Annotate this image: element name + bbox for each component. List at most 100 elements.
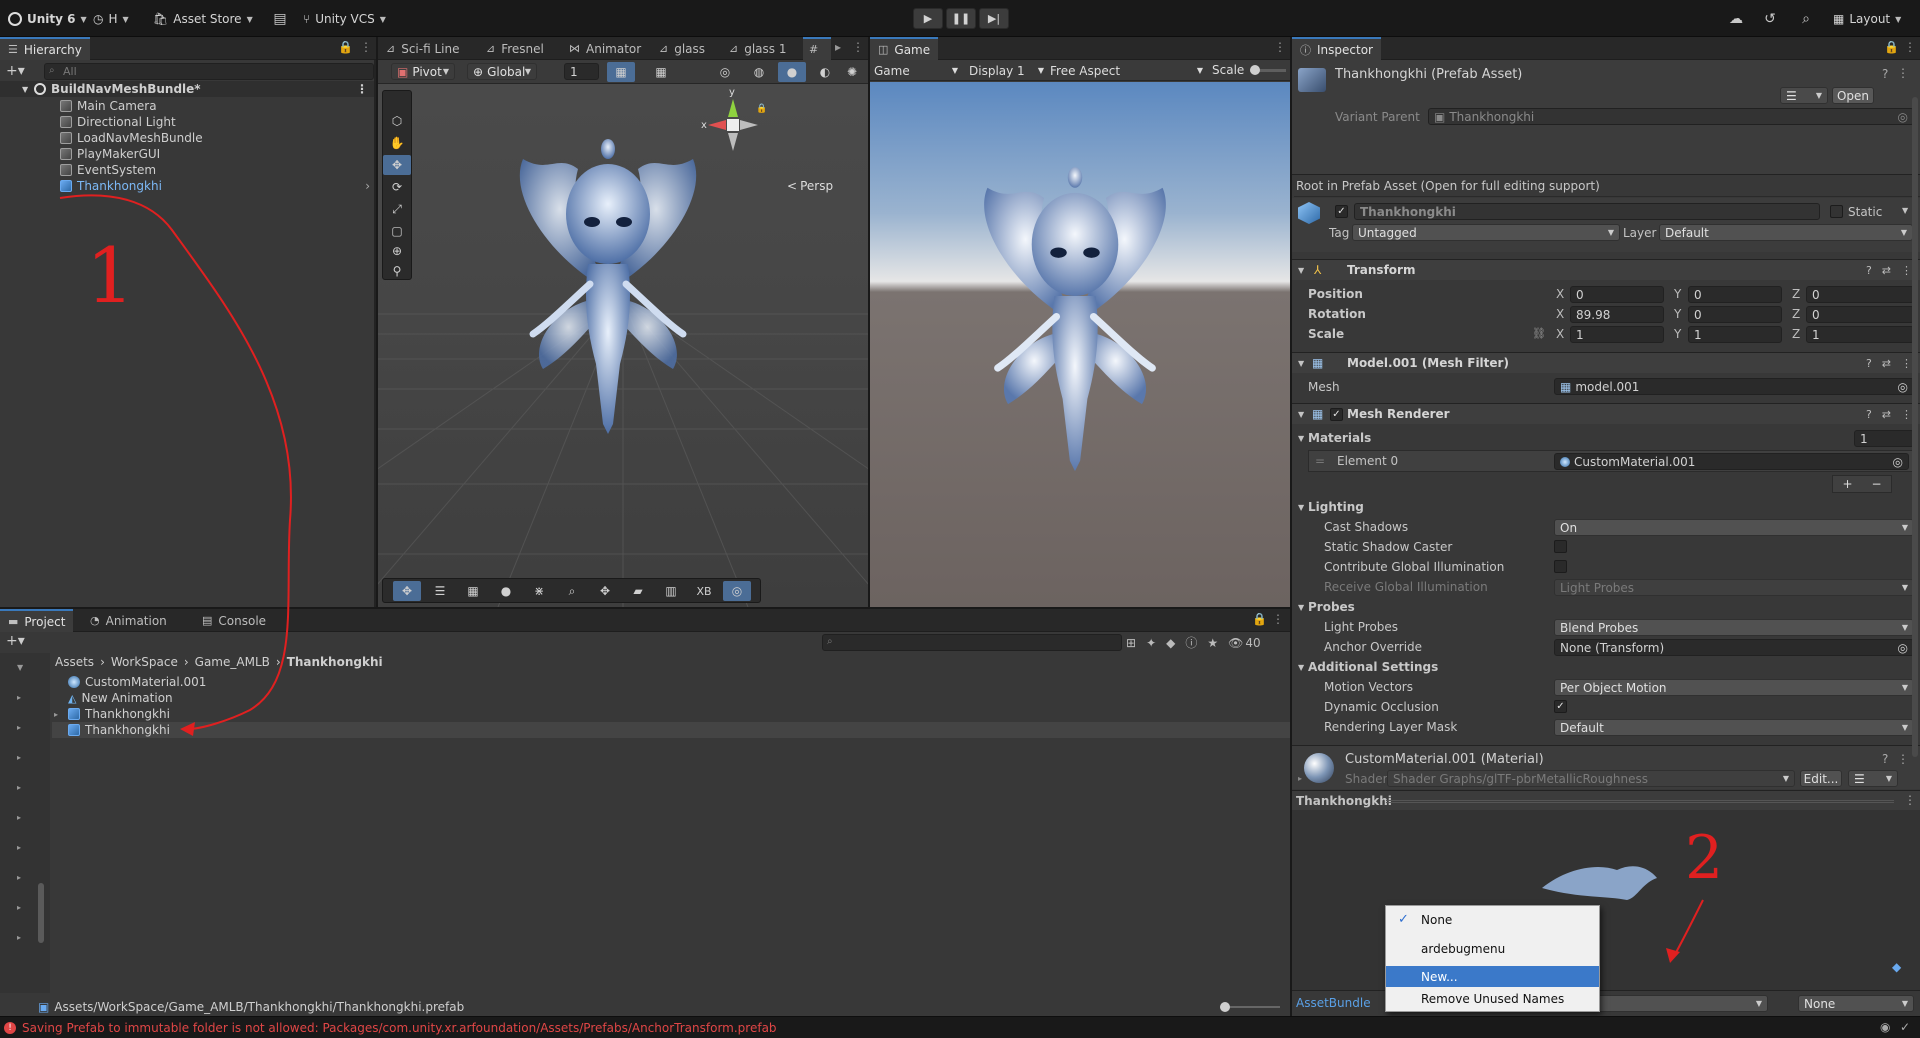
chevron-right-icon[interactable]: › xyxy=(365,179,370,193)
kebab-menu-icon[interactable]: ⋮ xyxy=(852,40,864,54)
kebab-menu-icon[interactable]: ⋮ xyxy=(1272,612,1284,626)
assetbundle-name-dropdown[interactable]: ▼ xyxy=(1592,995,1768,1012)
help-icon[interactable]: ? xyxy=(1866,264,1872,277)
scale-y-field[interactable]: 1 xyxy=(1688,326,1782,343)
preset-icon[interactable]: ⇄ xyxy=(1882,264,1891,277)
rotation-y-field[interactable]: 0 xyxy=(1688,306,1782,323)
pan-tool-button[interactable]: ✥ xyxy=(591,581,619,601)
create-button[interactable]: +▾ xyxy=(6,633,25,649)
scene-row[interactable]: ▼ BuildNavMeshBundle* ⋮ xyxy=(0,81,376,97)
nodes-tool-button[interactable]: ⋇ xyxy=(525,581,553,601)
mesh-renderer-header[interactable]: ▼ ▦ ✓ Mesh Renderer ? ⇄ ⋮ xyxy=(1292,403,1920,424)
position-x-field[interactable]: 0 xyxy=(1570,286,1664,303)
rotate-tool-button[interactable]: ⟳ xyxy=(383,177,411,197)
info-icon[interactable]: ⓘ xyxy=(1185,634,1197,651)
breadcrumb-item[interactable]: WorkSpace xyxy=(111,655,178,669)
lock-icon[interactable]: 🔒 xyxy=(338,40,353,54)
preset-icon[interactable]: ⇄ xyxy=(1882,408,1891,421)
expand-arrow-icon[interactable]: ▼ xyxy=(1298,434,1304,443)
project-folder-tree[interactable]: ▼ ▸ ▸ ▸ ▸ ▸ ▸ ▸ ▸ ▸ xyxy=(0,653,50,993)
scale-slider[interactable] xyxy=(1250,65,1286,75)
tab-inspector[interactable]: ⓘ Inspector xyxy=(1292,37,1381,60)
custom-tool-button[interactable]: ⚲ xyxy=(383,261,411,281)
global-dropdown[interactable]: ⊕ Global ▼ xyxy=(467,63,537,80)
breadcrumb-item[interactable]: Assets xyxy=(55,655,94,669)
draw-mode-toggle[interactable]: ◎ xyxy=(711,62,739,82)
kebab-menu-icon[interactable]: ⋮ xyxy=(1904,793,1916,807)
rotation-x-field[interactable]: 89.98 xyxy=(1570,306,1664,323)
search-icon[interactable]: ⌕ xyxy=(1796,9,1816,29)
play-button[interactable]: ▶ xyxy=(913,8,943,29)
hierarchy-item[interactable]: LoadNavMeshBundle xyxy=(0,130,203,146)
tab-fresnel[interactable]: ⊿ Fresnel xyxy=(478,37,552,60)
kebab-menu-icon[interactable]: ⋮ xyxy=(356,82,368,96)
expand-arrow-icon[interactable]: ▼ xyxy=(1298,503,1304,512)
zoom-slider[interactable] xyxy=(1220,1002,1280,1012)
kebab-menu-icon[interactable]: ⋮ xyxy=(1897,66,1909,80)
tab-scene[interactable]: # xyxy=(803,37,831,60)
kebab-menu-icon[interactable]: ⋮ xyxy=(1901,357,1912,370)
account-button[interactable]: ◷ H ▼ xyxy=(93,9,129,29)
fairy-model[interactable] xyxy=(488,134,728,464)
transform-header[interactable]: ▼ ⅄ Transform ? ⇄ ⋮ xyxy=(1292,259,1920,280)
material-header[interactable]: CustomMaterial.001 (Material) ? ⋮ ▸ Shad… xyxy=(1292,745,1920,789)
expand-arrow-icon[interactable]: ▸ xyxy=(1298,774,1302,783)
game-viewport[interactable] xyxy=(870,82,1290,607)
mesh-renderer-enabled-checkbox[interactable]: ✓ xyxy=(1330,408,1343,421)
lock-icon[interactable]: 🔒 xyxy=(1252,612,1267,626)
lock-icon[interactable]: 🔒 xyxy=(756,104,767,114)
xb-tool-button[interactable]: XB xyxy=(690,581,718,601)
edit-shader-button[interactable]: Edit... xyxy=(1800,770,1842,787)
hierarchy-item[interactable]: EventSystem xyxy=(0,162,156,178)
grid-tool-button[interactable]: ▦ xyxy=(459,581,487,601)
tab-project[interactable]: ▬ Project xyxy=(0,609,74,632)
filter-by-label-icon[interactable]: ✦ xyxy=(1146,636,1156,650)
tag-dropdown[interactable]: Untagged ▼ xyxy=(1352,224,1620,241)
unity-menu-button[interactable]: Unity 6 ▼ xyxy=(8,9,87,29)
pause-button[interactable]: ❚❚ xyxy=(946,8,976,29)
kebab-menu-icon[interactable]: ⋮ xyxy=(360,40,372,54)
zoom-tool-button[interactable]: ⌕ xyxy=(558,581,586,601)
transform-tool-button[interactable]: ⊕ xyxy=(383,241,411,261)
move-tool-button[interactable]: ✥ xyxy=(383,155,411,175)
rendering-layer-dropdown[interactable]: Default ▼ xyxy=(1554,719,1914,736)
object-picker-icon[interactable]: ◎ xyxy=(1898,641,1908,655)
chevron-right-icon[interactable]: ▸ xyxy=(835,40,841,54)
filter-by-type-icon[interactable]: ⊞ xyxy=(1126,636,1136,650)
scale-z-field[interactable]: 1 xyxy=(1806,326,1914,343)
inspector-scrollbar[interactable] xyxy=(1912,97,1918,757)
add-button[interactable]: +▾ xyxy=(6,63,25,79)
tab-sci-fi-line[interactable]: ⊿ Sci-fi Line xyxy=(378,37,467,60)
static-shadow-checkbox[interactable] xyxy=(1554,540,1567,553)
tab-hierarchy[interactable]: ☰ Hierarchy xyxy=(0,37,90,60)
active-checkbox[interactable]: ✓ xyxy=(1335,205,1348,218)
tab-glass[interactable]: ⊿ glass xyxy=(651,37,713,60)
asset-store-button[interactable]: 🛍 Asset Store ▼ xyxy=(153,9,253,29)
kebab-menu-icon[interactable]: ⋮ xyxy=(1904,40,1916,54)
tag-icon[interactable]: ◆ xyxy=(1166,636,1175,650)
light-probes-dropdown[interactable]: Blend Probes ▼ xyxy=(1554,619,1914,636)
plus-icon[interactable]: + xyxy=(1842,477,1852,491)
audio-toggle[interactable]: ◐ xyxy=(811,62,839,82)
drag-handle-icon[interactable]: = xyxy=(1315,454,1325,468)
minus-icon[interactable]: − xyxy=(1871,477,1881,491)
camera-tool-button[interactable]: ▰ xyxy=(624,581,652,601)
scale-tool-button[interactable]: ⤢ xyxy=(383,199,411,219)
menu-item-none[interactable]: ✓ None xyxy=(1386,909,1599,930)
hierarchy-item[interactable]: PlayMakerGUI xyxy=(0,146,160,162)
layout-button[interactable]: ▦ Layout ▼ xyxy=(1833,9,1901,29)
hand-tool-button[interactable]: ✋ xyxy=(383,133,411,153)
open-prefab-button[interactable]: Open xyxy=(1832,87,1874,104)
lock-icon[interactable]: 🔒 xyxy=(1884,40,1899,54)
assetbundle-variant-dropdown[interactable]: None ▼ xyxy=(1798,995,1914,1012)
motion-vectors-dropdown[interactable]: Per Object Motion ▼ xyxy=(1554,679,1914,696)
hierarchy-search-input[interactable]: ⌕ All xyxy=(44,63,374,80)
file-row[interactable]: ◭ New Animation xyxy=(52,690,173,706)
chevron-down-icon[interactable]: ▼ xyxy=(1902,206,1908,215)
preview-header[interactable]: Thankhongkhi ⋮ xyxy=(1292,790,1920,810)
effects-toggle[interactable]: ✺ xyxy=(838,62,866,82)
collab-icon[interactable]: ▤ xyxy=(270,9,290,29)
step-button[interactable]: ▶| xyxy=(979,8,1009,29)
mesh-filter-header[interactable]: ▼ ▦ Model.001 (Mesh Filter) ? ⇄ ⋮ xyxy=(1292,352,1920,373)
view-2d-toggle[interactable]: ◍ xyxy=(745,62,773,82)
